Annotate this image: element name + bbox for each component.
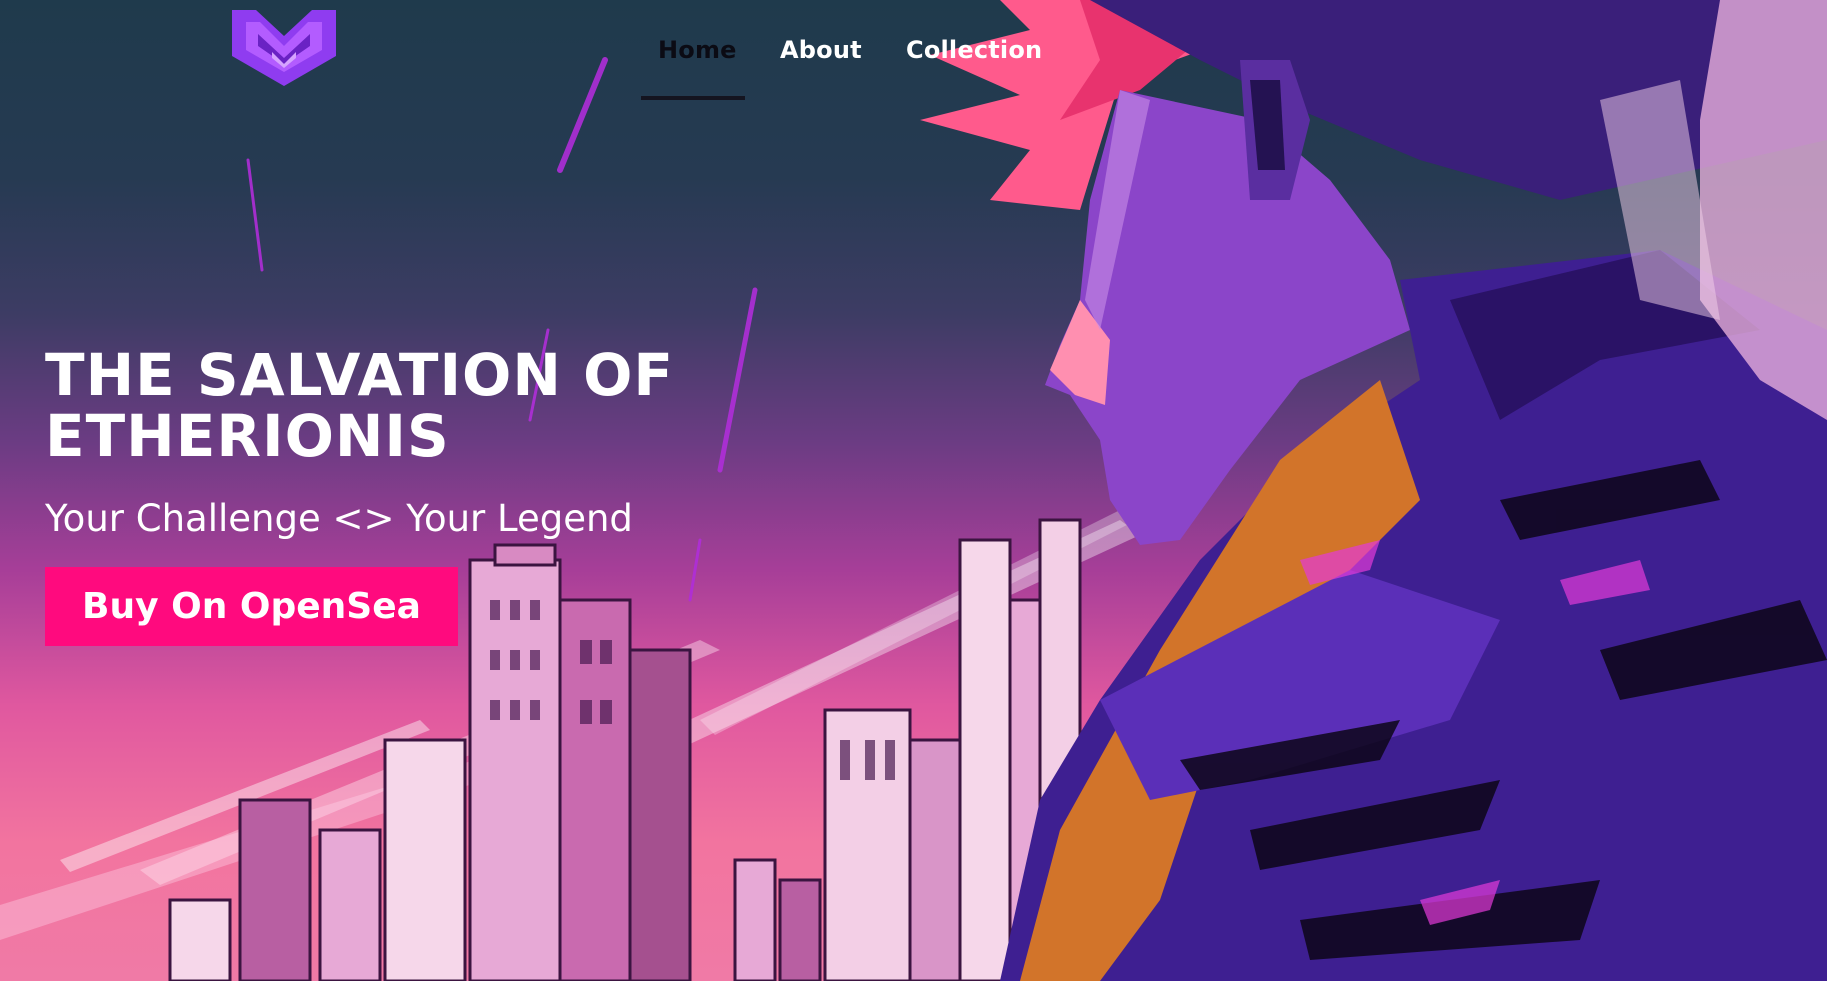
- top-nav: Home About Collection: [0, 0, 1827, 100]
- nav-collection-link[interactable]: Collection: [906, 30, 1042, 70]
- hero-background-illustration: [0, 0, 1827, 981]
- buy-on-opensea-button[interactable]: Buy On OpenSea: [45, 567, 458, 646]
- hero-subtitle: Your Challenge <> Your Legend: [45, 497, 633, 540]
- nav-home-link[interactable]: Home: [658, 30, 737, 70]
- active-nav-indicator: [641, 96, 745, 100]
- hero-section: Home About Collection THE SALVATION OF E…: [0, 0, 1827, 981]
- shield-v-logo-icon[interactable]: [228, 8, 340, 88]
- nav-about-link[interactable]: About: [780, 30, 862, 70]
- hero-title: THE SALVATION OF ETHERIONIS: [45, 341, 674, 470]
